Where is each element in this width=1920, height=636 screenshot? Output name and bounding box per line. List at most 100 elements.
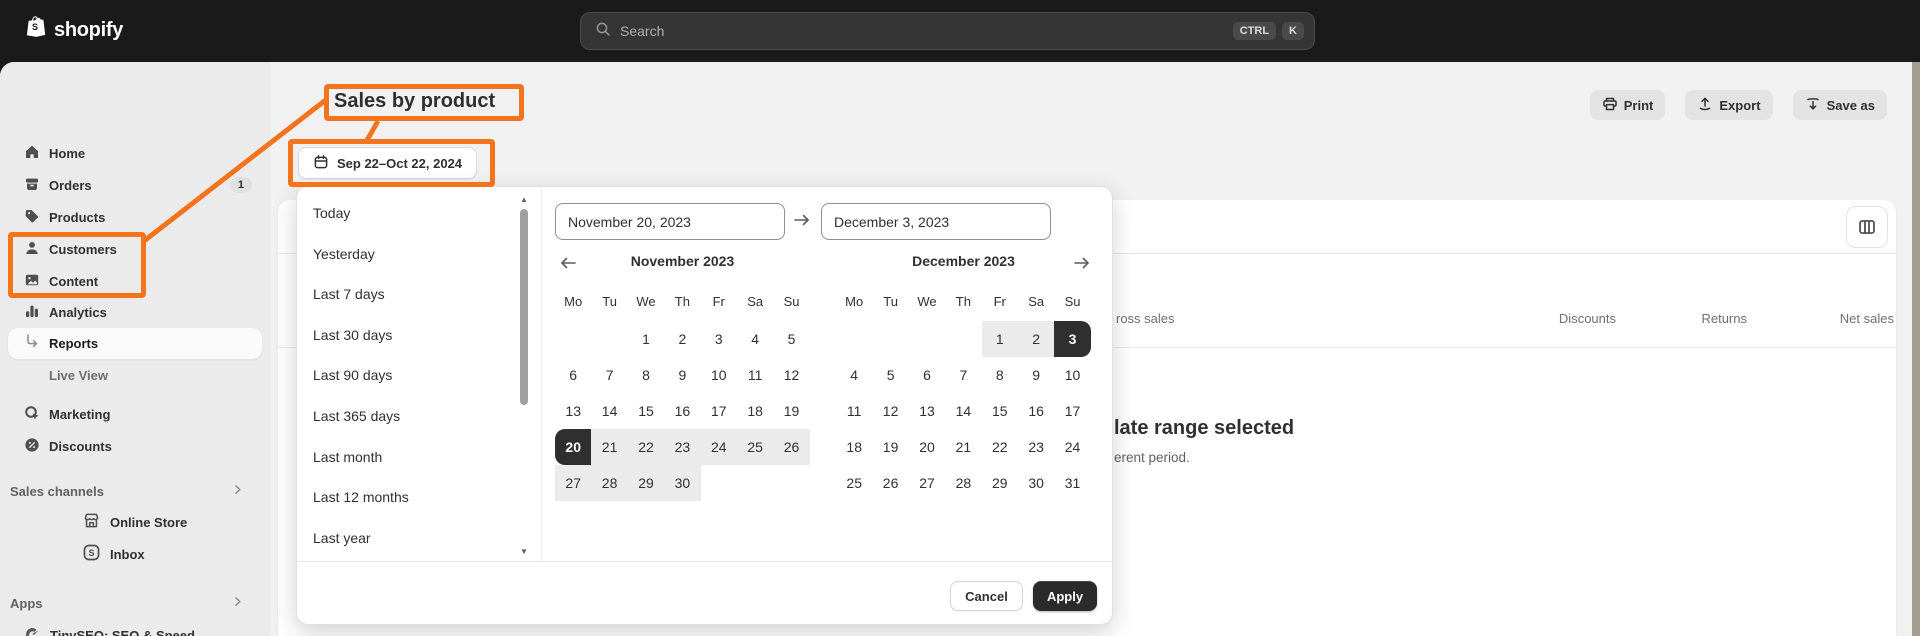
day-1[interactable]: 1 xyxy=(628,321,664,357)
day-17[interactable]: 17 xyxy=(1054,393,1090,429)
save-as-button[interactable]: Save as xyxy=(1792,90,1887,120)
column-header-gross-sales[interactable]: ross sales xyxy=(1116,311,1175,326)
sidebar-item-live-view[interactable]: Live View xyxy=(8,359,262,391)
day-31[interactable]: 31 xyxy=(1054,465,1090,501)
preset-last-7-days[interactable]: Last 7 days xyxy=(297,274,531,314)
day-30[interactable]: 30 xyxy=(1018,465,1054,501)
day-19[interactable]: 19 xyxy=(773,393,809,429)
sidebar-item-customers[interactable]: Customers xyxy=(8,233,262,265)
day-11[interactable]: 11 xyxy=(836,393,872,429)
export-button[interactable]: Export xyxy=(1685,90,1773,120)
day-27[interactable]: 27 xyxy=(555,465,592,501)
preset-last-12-months[interactable]: Last 12 months xyxy=(297,477,531,517)
day-4[interactable]: 4 xyxy=(836,357,872,393)
day-28[interactable]: 28 xyxy=(945,465,981,501)
sidebar-item-reports[interactable]: Reports xyxy=(8,328,262,359)
sidebar-item-content[interactable]: Content xyxy=(8,265,262,297)
preset-today[interactable]: Today xyxy=(297,193,531,233)
day-4[interactable]: 4 xyxy=(737,321,773,357)
day-7[interactable]: 7 xyxy=(591,357,627,393)
preset-last-year[interactable]: Last year xyxy=(297,518,531,558)
day-11[interactable]: 11 xyxy=(737,357,773,393)
day-14[interactable]: 14 xyxy=(945,393,981,429)
day-23[interactable]: 23 xyxy=(1018,429,1054,465)
sidebar-item-discounts[interactable]: Discounts xyxy=(8,430,262,462)
sidebar-section-sales-channels[interactable]: Sales channels xyxy=(10,481,260,501)
day-25[interactable]: 25 xyxy=(736,429,774,465)
day-1[interactable]: 1 xyxy=(981,321,1018,357)
preset-last-365-days[interactable]: Last 365 days xyxy=(297,396,531,436)
day-16[interactable]: 16 xyxy=(1018,393,1054,429)
day-6[interactable]: 6 xyxy=(909,357,945,393)
start-date-input[interactable]: November 20, 2023 xyxy=(555,203,785,240)
day-26[interactable]: 26 xyxy=(872,465,908,501)
day-16[interactable]: 16 xyxy=(664,393,700,429)
day-19[interactable]: 19 xyxy=(872,429,908,465)
sidebar-section-apps[interactable]: Apps xyxy=(10,593,260,613)
print-button[interactable]: Print xyxy=(1589,90,1666,120)
day-9[interactable]: 9 xyxy=(1018,357,1054,393)
preset-yesterday[interactable]: Yesterday xyxy=(297,234,531,274)
column-header-discounts[interactable]: Discounts xyxy=(1559,311,1616,326)
scrollbar-thumb[interactable] xyxy=(520,209,528,405)
day-13[interactable]: 13 xyxy=(555,393,591,429)
day-15[interactable]: 15 xyxy=(982,393,1018,429)
day-21[interactable]: 21 xyxy=(591,429,628,465)
edit-columns-button[interactable] xyxy=(1846,206,1888,248)
day-22[interactable]: 22 xyxy=(627,429,665,465)
preset-last-30-days[interactable]: Last 30 days xyxy=(297,315,531,355)
day-7[interactable]: 7 xyxy=(945,357,981,393)
day-25[interactable]: 25 xyxy=(836,465,872,501)
day-2[interactable]: 2 xyxy=(1017,321,1055,357)
shopify-logo[interactable]: S shopify xyxy=(24,15,123,45)
apply-button[interactable]: Apply xyxy=(1033,581,1097,611)
day-26[interactable]: 26 xyxy=(773,429,810,465)
scroll-down-arrow[interactable]: ▼ xyxy=(518,547,530,557)
day-3[interactable]: 3 xyxy=(1054,321,1091,357)
day-10[interactable]: 10 xyxy=(701,357,737,393)
column-header-returns[interactable]: Returns xyxy=(1701,311,1747,326)
end-date-input[interactable]: December 3, 2023 xyxy=(821,203,1051,240)
day-13[interactable]: 13 xyxy=(909,393,945,429)
sidebar-item-inbox[interactable]: S Inbox xyxy=(8,538,262,570)
day-3[interactable]: 3 xyxy=(701,321,737,357)
preset-last-month[interactable]: Last month xyxy=(297,437,531,477)
day-22[interactable]: 22 xyxy=(982,429,1018,465)
column-header-net-sales[interactable]: Net sales xyxy=(1840,311,1894,326)
search-input[interactable]: Search CTRL K xyxy=(580,12,1315,50)
sidebar-item-products[interactable]: Products xyxy=(8,201,262,233)
sidebar-item-marketing[interactable]: Marketing xyxy=(8,398,262,430)
day-10[interactable]: 10 xyxy=(1054,357,1090,393)
day-29[interactable]: 29 xyxy=(627,465,665,501)
day-5[interactable]: 5 xyxy=(773,321,809,357)
day-27[interactable]: 27 xyxy=(909,465,945,501)
day-15[interactable]: 15 xyxy=(628,393,664,429)
cancel-button[interactable]: Cancel xyxy=(950,581,1023,611)
day-18[interactable]: 18 xyxy=(836,429,872,465)
sidebar-item-online-store[interactable]: Online Store xyxy=(8,506,262,538)
day-18[interactable]: 18 xyxy=(737,393,773,429)
scroll-up-arrow[interactable]: ▲ xyxy=(518,195,530,205)
next-month-arrow[interactable] xyxy=(1073,255,1093,273)
day-12[interactable]: 12 xyxy=(872,393,908,429)
day-6[interactable]: 6 xyxy=(555,357,591,393)
day-24[interactable]: 24 xyxy=(700,429,737,465)
day-8[interactable]: 8 xyxy=(982,357,1018,393)
day-20[interactable]: 20 xyxy=(909,429,945,465)
preset-last-90-days[interactable]: Last 90 days xyxy=(297,355,531,395)
day-2[interactable]: 2 xyxy=(664,321,700,357)
day-28[interactable]: 28 xyxy=(591,465,628,501)
sidebar-item-analytics[interactable]: Analytics xyxy=(8,296,262,328)
day-12[interactable]: 12 xyxy=(773,357,809,393)
page-scrollbar[interactable] xyxy=(1912,62,1920,636)
day-14[interactable]: 14 xyxy=(591,393,627,429)
sidebar-item-home[interactable]: Home xyxy=(8,137,262,169)
day-24[interactable]: 24 xyxy=(1054,429,1090,465)
date-range-button[interactable]: Sep 22–Oct 22, 2024 xyxy=(298,147,478,179)
day-8[interactable]: 8 xyxy=(628,357,664,393)
day-17[interactable]: 17 xyxy=(701,393,737,429)
sidebar-item-tinyseo[interactable]: TinySEO: SEO & Speed xyxy=(8,619,262,636)
day-21[interactable]: 21 xyxy=(945,429,981,465)
day-23[interactable]: 23 xyxy=(664,429,701,465)
day-5[interactable]: 5 xyxy=(872,357,908,393)
